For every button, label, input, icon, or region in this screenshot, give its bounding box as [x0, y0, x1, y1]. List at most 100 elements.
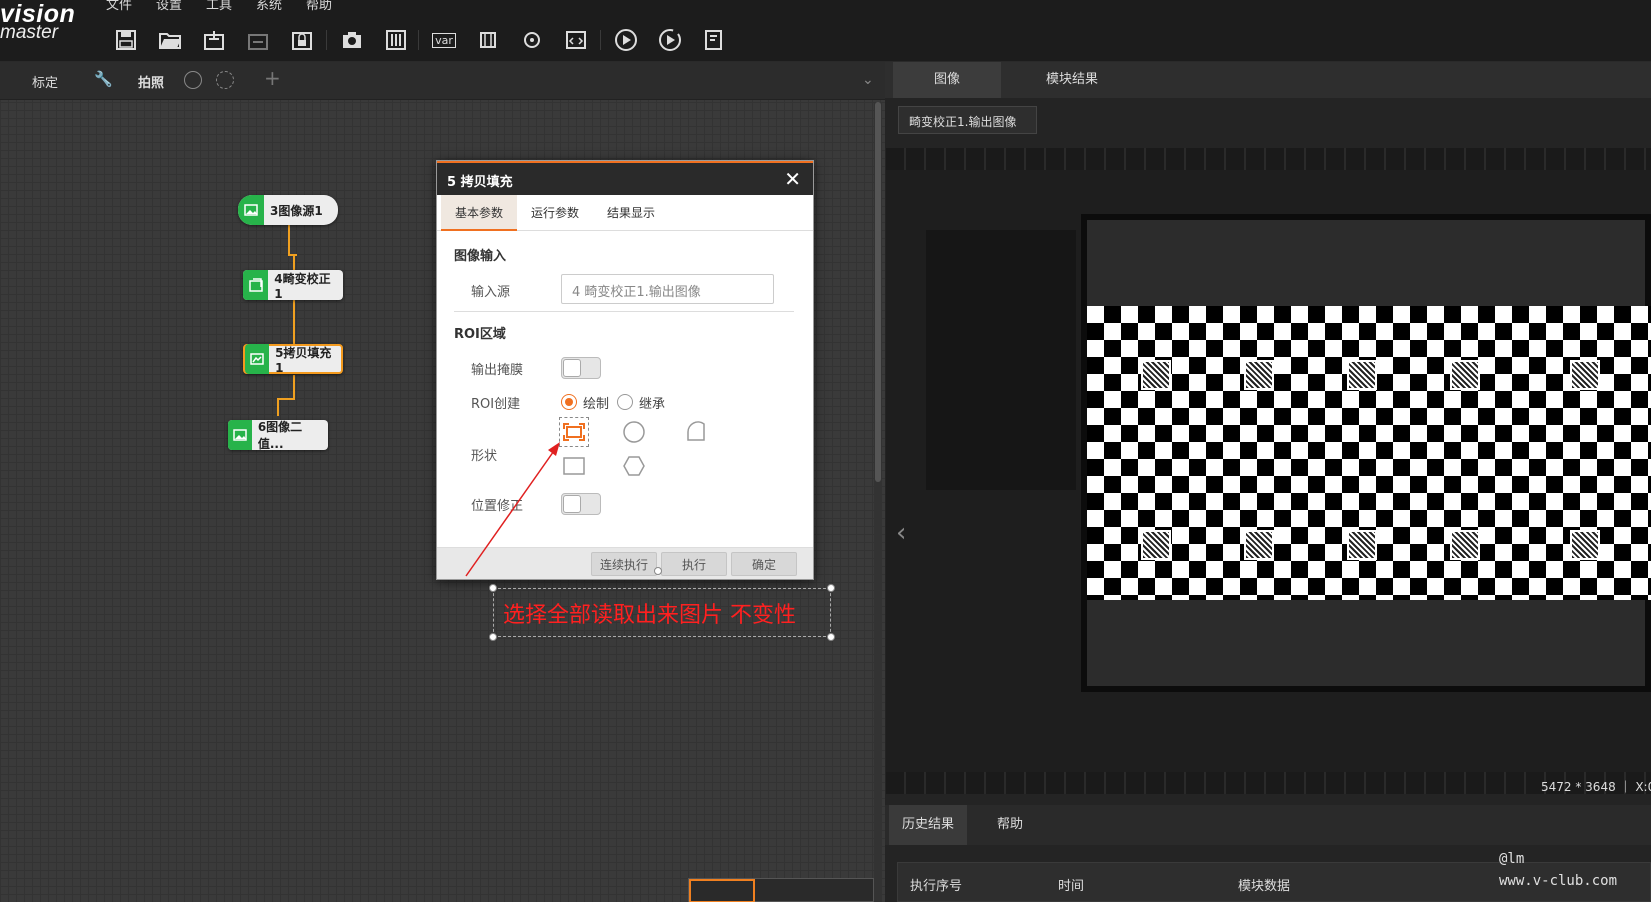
polygon-shape-icon[interactable] [619, 451, 649, 481]
calibrate-tab[interactable]: 标定 [32, 72, 58, 91]
input-source-label: 输入源 [471, 285, 511, 300]
ok-button[interactable]: 确定 [731, 552, 797, 576]
flow-node-distortion[interactable]: 4畸变校正1 [243, 270, 343, 301]
app-window: 文件 设置 工具 系统 帮助 var vision master 标定 🔧 拍照… [0, 0, 1651, 902]
roi-section: ROI区域 [454, 327, 506, 342]
node-label: 4畸变校正1 [274, 271, 331, 301]
roi-draw-radio[interactable] [561, 394, 577, 410]
dialog-title: 5 拷贝填充 [447, 175, 513, 190]
open-folder-icon[interactable] [156, 26, 184, 54]
add-tab-button[interactable]: + [264, 66, 281, 90]
tab-module-result[interactable]: 模块结果 [1007, 62, 1137, 98]
camera-icon[interactable] [338, 26, 366, 54]
tab-basic-params[interactable]: 基本参数 [441, 195, 517, 231]
close-icon[interactable]: ✕ [784, 167, 801, 191]
annotation-arrow [465, 442, 560, 577]
tools-icon[interactable] [382, 26, 410, 54]
image-tabs: 图像 模块结果 [885, 62, 1651, 98]
capture-tab[interactable]: 拍照 [138, 72, 164, 91]
output-mask-toggle[interactable] [561, 357, 601, 379]
resize-handle[interactable] [489, 584, 497, 592]
dialog-titlebar[interactable]: 5 拷贝填充 ✕ [437, 161, 813, 195]
run-once-icon[interactable] [612, 26, 640, 54]
flow-node-binarize[interactable]: 6图像二值... [228, 420, 328, 451]
dialog-tabs: 基本参数 运行参数 结果显示 [437, 195, 813, 231]
col-exec-index: 执行序号 [910, 879, 963, 894]
report-icon[interactable] [700, 26, 728, 54]
execute-button[interactable]: 执行 [661, 552, 727, 576]
menu-settings[interactable]: 设置 [156, 0, 182, 13]
resize-handle[interactable] [827, 584, 835, 592]
image-panel: 图像 模块结果 畸变校正1.输出图像 ‹ 5472 * 3648 ｜ X:0 历… [885, 62, 1651, 902]
import-icon[interactable] [200, 26, 228, 54]
script-icon[interactable] [562, 26, 590, 54]
menu-system[interactable]: 系统 [256, 0, 282, 13]
image-source-icon [238, 195, 264, 225]
flow-link [277, 398, 295, 400]
image-source-select[interactable]: 畸变校正1.输出图像 [898, 106, 1037, 134]
copy-fill-icon [245, 344, 270, 374]
flow-link [293, 254, 295, 270]
tab-result-display[interactable]: 结果显示 [593, 195, 669, 231]
export-icon[interactable] [244, 26, 272, 54]
camera-photo [886, 170, 1651, 772]
sector-shape-icon[interactable] [681, 417, 711, 447]
menu-bar: 文件 设置 工具 系统 帮助 [0, 0, 1651, 18]
node-label: 3图像源1 [270, 203, 323, 218]
binarize-icon [228, 420, 252, 450]
wrench-icon[interactable]: 🔧 [94, 70, 113, 88]
flow-scrollbar[interactable] [874, 102, 882, 902]
menu-tools[interactable]: 工具 [206, 0, 232, 13]
menu-file[interactable]: 文件 [106, 0, 132, 13]
image-dimensions: 5472 * 3648 ｜ X:0 [1541, 780, 1651, 794]
col-module-data: 模块数据 [1238, 879, 1291, 894]
lock-icon[interactable] [288, 26, 316, 54]
distortion-icon [243, 270, 269, 300]
save-icon[interactable] [112, 26, 140, 54]
roi-draw-label: 绘制 [583, 397, 610, 412]
input-source-field[interactable]: 4 畸变校正1.输出图像 [561, 274, 774, 304]
flow-subbar: 标定 🔧 拍照 + ⌄ [0, 62, 885, 100]
play-icon[interactable] [184, 71, 202, 89]
run-loop-icon[interactable] [656, 26, 684, 54]
roi-inherit-label: 继承 [639, 397, 666, 412]
resize-handle[interactable] [827, 633, 835, 641]
tab-help[interactable]: 帮助 [967, 805, 1053, 845]
communication-icon[interactable] [474, 26, 502, 54]
rotate-handle[interactable] [654, 567, 662, 575]
node-label: 6图像二值... [257, 420, 303, 451]
col-time: 时间 [1058, 879, 1085, 894]
circle-shape-icon[interactable] [619, 417, 649, 447]
logo-master: master [0, 22, 59, 43]
tab-history-results[interactable]: 历史结果 [889, 805, 967, 845]
chevron-down-icon[interactable]: ⌄ [862, 72, 874, 88]
output-mask-label: 输出掩膜 [471, 363, 524, 378]
annotation-text: 选择全部读取出来图片 不变性 [503, 603, 796, 628]
flow-link [293, 375, 295, 399]
tab-run-params[interactable]: 运行参数 [517, 195, 593, 231]
continuous-run-button[interactable]: 连续执行 [591, 552, 657, 576]
watermark-user: @lm [1499, 851, 1525, 867]
flow-node-copy-fill[interactable]: 5拷贝填充1 [243, 344, 343, 375]
watermark-site: www.v-club.com [1499, 873, 1618, 889]
refresh-icon[interactable] [518, 26, 546, 54]
variable-icon[interactable]: var [430, 26, 458, 54]
flow-minimap[interactable] [688, 878, 874, 902]
resize-handle[interactable] [489, 633, 497, 641]
image-viewer[interactable]: ‹ [886, 148, 1651, 794]
play-loop-icon[interactable] [216, 71, 234, 89]
roi-inherit-radio[interactable] [617, 394, 633, 410]
roi-create-label: ROI创建 [471, 397, 521, 412]
annotation-textbox[interactable]: 选择全部读取出来图片 不变性 [489, 567, 835, 641]
flow-link [277, 398, 279, 416]
image-input-section: 图像输入 [454, 249, 507, 264]
node-label: 5拷贝填充1 [275, 345, 332, 375]
menu-help[interactable]: 帮助 [306, 0, 332, 13]
chevron-left-icon[interactable]: ‹ [896, 518, 906, 548]
divider [454, 311, 794, 312]
history-tabs: 历史结果 帮助 [885, 805, 1651, 845]
flow-node-image-source[interactable]: 3图像源1 [238, 195, 338, 225]
tab-image[interactable]: 图像 [893, 62, 1001, 98]
flow-link [288, 225, 290, 255]
monitor-screen [1081, 214, 1651, 692]
